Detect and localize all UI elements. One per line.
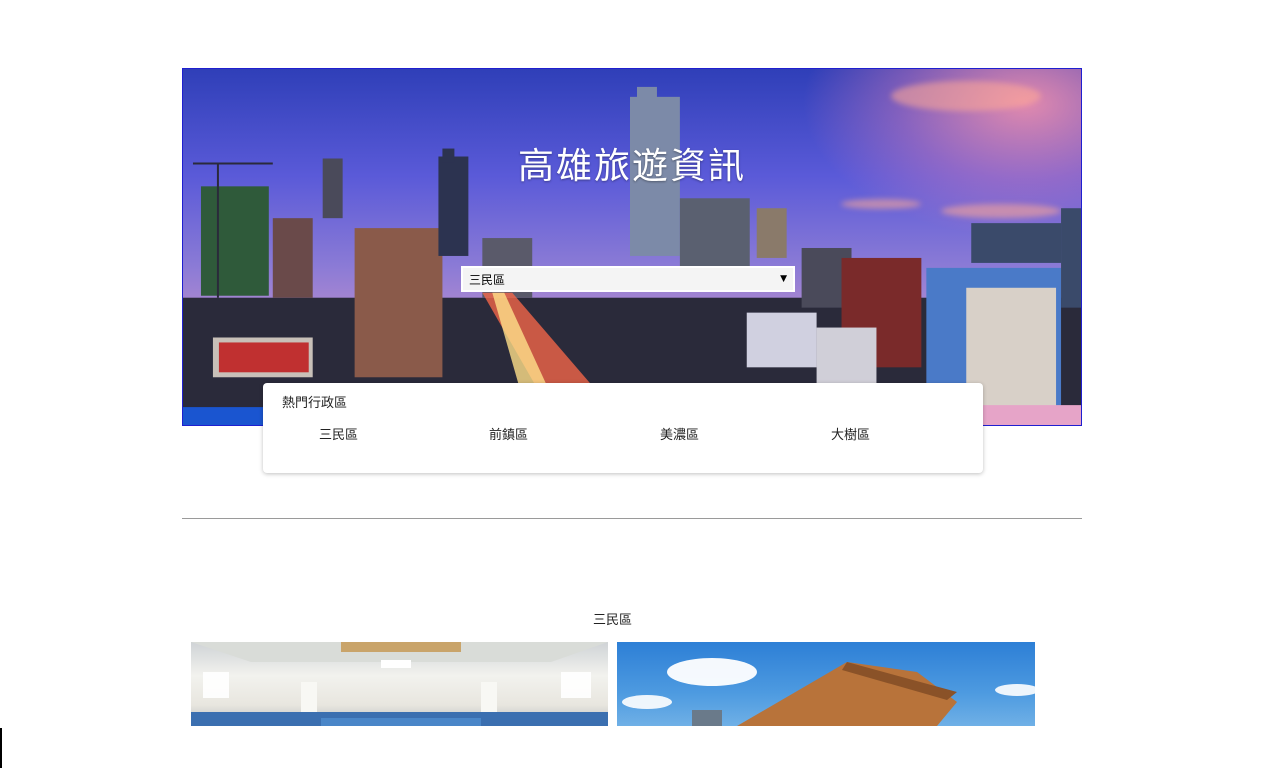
hero-title: 高雄旅遊資訊	[517, 146, 746, 187]
popular-districts-card: 熱門行政區 三民區 前鎮區 美濃區 大樹區	[263, 383, 983, 473]
popular-district-link[interactable]: 美濃區	[660, 424, 699, 443]
popular-district-link[interactable]: 前鎮區	[489, 424, 528, 443]
hero-banner: 高雄旅遊資訊 三民區 ▼	[182, 68, 1082, 426]
section-divider	[182, 518, 1082, 519]
page: 高雄旅遊資訊 三民區 ▼ 熱門行政區 三民區 前鎮區 美濃區 大樹區 三民區	[0, 0, 1280, 768]
district-select-value: 三民區	[469, 272, 506, 287]
chevron-down-icon: ▼	[780, 274, 787, 284]
selected-district-title: 三民區	[592, 613, 632, 628]
popular-districts-title: 熱門行政區	[282, 396, 348, 411]
popular-district-link[interactable]: 大樹區	[831, 424, 870, 443]
attraction-card-image[interactable]	[617, 642, 1035, 726]
popular-district-link[interactable]: 三民區	[319, 424, 358, 443]
attraction-card-image[interactable]	[191, 642, 608, 726]
pavilion-image	[622, 658, 1035, 726]
district-select[interactable]: 三民區 ▼	[461, 266, 795, 292]
city-skyline-image	[183, 86, 1081, 425]
text-cursor	[0, 728, 2, 768]
hall-interior-image	[191, 642, 608, 726]
